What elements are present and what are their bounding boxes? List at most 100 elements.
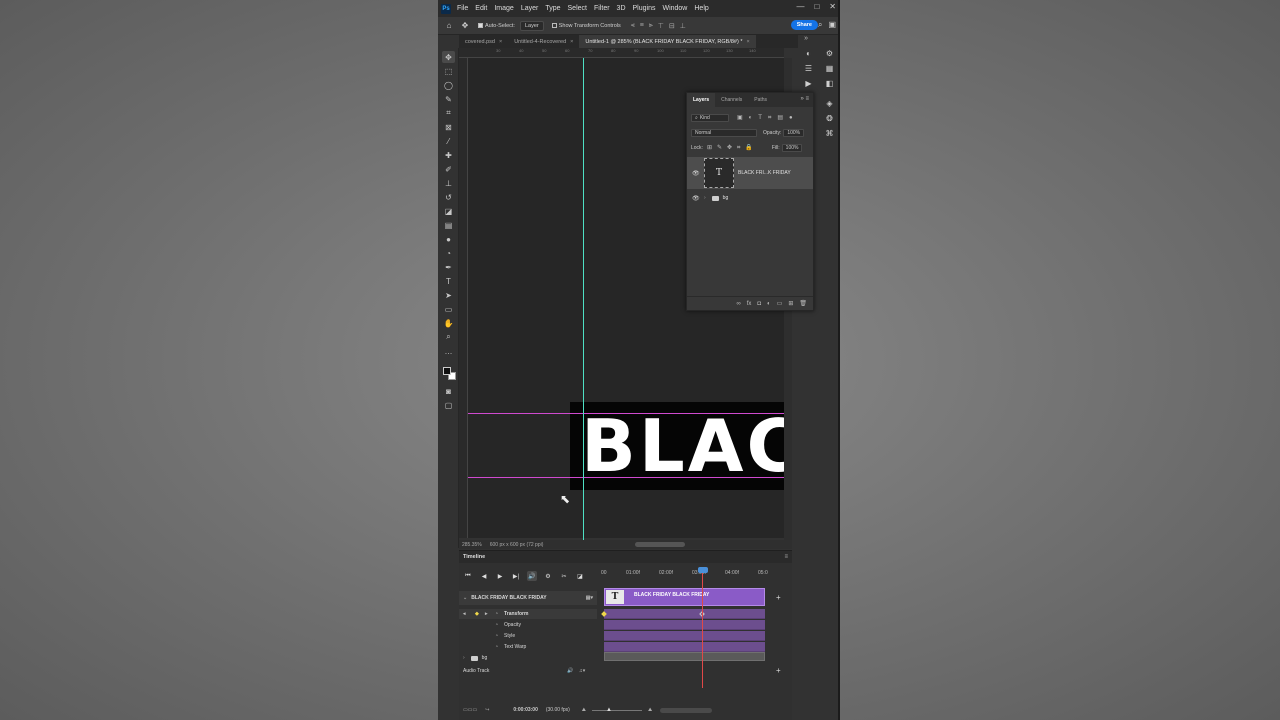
fx-icon[interactable]: fx bbox=[747, 301, 752, 307]
brush-tool-icon[interactable]: ✐ bbox=[442, 163, 455, 175]
opacity-input[interactable]: 100% bbox=[783, 129, 805, 137]
close-icon[interactable]: ✕ bbox=[829, 2, 836, 11]
guide-horizontal[interactable] bbox=[468, 477, 784, 478]
stopwatch-icon[interactable]: ◔ bbox=[495, 622, 504, 628]
guide-horizontal[interactable] bbox=[468, 413, 784, 414]
zoom-in-icon[interactable]: ⛰ bbox=[648, 707, 652, 713]
menu-window[interactable]: Window bbox=[662, 5, 687, 12]
new-layer-icon[interactable]: ⊞ bbox=[788, 300, 793, 307]
move-tool-icon[interactable]: ✥ bbox=[460, 21, 470, 31]
text-clip[interactable]: T BLACK FRIDAY BLACK FRIDAY bbox=[604, 588, 765, 606]
libraries-panel-icon[interactable]: ▦ bbox=[824, 63, 835, 74]
add-media-icon[interactable]: + bbox=[776, 593, 781, 602]
paths-panel-icon[interactable]: ⌘ bbox=[824, 128, 835, 139]
audio-options-icon[interactable]: ♫▾ bbox=[579, 668, 585, 674]
search-icon[interactable]: ⌕ bbox=[818, 20, 822, 30]
adjustment-layer-icon[interactable]: ◐ bbox=[767, 301, 771, 307]
tab-paths[interactable]: Paths bbox=[748, 93, 773, 107]
foreground-color-swatch[interactable] bbox=[443, 367, 451, 375]
layers-panel-icon[interactable]: ◈ bbox=[824, 98, 835, 109]
menu-image[interactable]: Image bbox=[494, 5, 513, 12]
dodge-tool-icon[interactable]: ◔ bbox=[442, 247, 455, 259]
menu-plugins[interactable]: Plugins bbox=[633, 5, 656, 12]
history-brush-tool-icon[interactable]: ↺ bbox=[442, 191, 455, 203]
menu-file[interactable]: File bbox=[457, 5, 468, 12]
document-info[interactable]: 600 px x 600 px (72 ppi) bbox=[490, 542, 544, 548]
layer-row-bg[interactable]: 👁 › bg bbox=[687, 192, 813, 204]
workspace-icon[interactable]: ▣ bbox=[828, 20, 836, 30]
stamp-tool-icon[interactable]: ⊥ bbox=[442, 177, 455, 189]
maximize-icon[interactable]: □ bbox=[814, 2, 819, 11]
guide-vertical[interactable] bbox=[583, 58, 584, 540]
zoom-level[interactable]: 285.35% bbox=[462, 542, 482, 548]
settings-icon[interactable]: ⚙ bbox=[543, 571, 553, 581]
audio-icon[interactable]: 🔊 bbox=[527, 571, 537, 581]
blend-mode-dropdown[interactable]: Normal bbox=[691, 129, 757, 137]
transition-icon[interactable]: ◪ bbox=[575, 571, 585, 581]
lasso-tool-icon[interactable]: ◯ bbox=[442, 79, 455, 91]
close-tab-icon[interactable]: × bbox=[499, 39, 502, 45]
menu-layer[interactable]: Layer bbox=[521, 5, 539, 12]
show-transform-checkbox[interactable]: Show Transform Controls bbox=[551, 23, 621, 29]
adjustments-panel-icon[interactable]: ☰ bbox=[803, 63, 814, 74]
panel-menu-icon[interactable]: » ≡ bbox=[800, 96, 809, 102]
collapse-chevron-icon[interactable]: ⌄ bbox=[463, 595, 467, 601]
menu-3d[interactable]: 3D bbox=[617, 5, 626, 12]
prev-keyframe-icon[interactable]: ◂ bbox=[463, 611, 475, 617]
lock-icons[interactable]: ⊞✎✥⌗🔒 bbox=[707, 144, 758, 152]
align-left-icon[interactable]: ⫷ bbox=[631, 22, 635, 30]
tab-covered-psd[interactable]: covered.psd × bbox=[459, 35, 508, 48]
more-tools-icon[interactable]: … bbox=[442, 345, 455, 357]
tab-layers[interactable]: Layers bbox=[687, 93, 716, 107]
fill-input[interactable]: 100% bbox=[781, 144, 803, 152]
panel-menu-icon[interactable]: ≡ bbox=[784, 554, 788, 560]
opacity-track-row[interactable] bbox=[604, 620, 765, 630]
bg-clip[interactable] bbox=[604, 652, 765, 661]
rectangle-tool-icon[interactable]: ▭ bbox=[442, 303, 455, 315]
close-tab-icon[interactable]: × bbox=[746, 39, 749, 45]
next-frame-icon[interactable]: ▶| bbox=[511, 571, 521, 581]
track-label-audio[interactable]: Audio Track 🔊 ♫▾ bbox=[459, 666, 597, 676]
channels-panel-icon[interactable]: ❂ bbox=[824, 113, 835, 124]
type-tool-icon[interactable]: T bbox=[442, 275, 455, 287]
render-video-icon[interactable]: ↪ bbox=[485, 707, 489, 713]
add-keyframe-icon[interactable]: ◆ bbox=[475, 611, 485, 617]
expand-chevron-icon[interactable]: › bbox=[704, 195, 706, 201]
healing-tool-icon[interactable]: ✚ bbox=[442, 149, 455, 161]
menu-help[interactable]: Help bbox=[694, 5, 708, 12]
align-center-icon[interactable]: ≡ bbox=[640, 22, 644, 30]
share-button[interactable]: Share bbox=[790, 20, 818, 30]
move-tool-icon[interactable]: ✥ bbox=[442, 51, 455, 63]
property-row-style[interactable]: ◔ Style bbox=[459, 631, 597, 641]
tab-untitled-4-recovered[interactable]: Untitled-4-Recovered × bbox=[508, 35, 579, 48]
marquee-tool-icon[interactable]: ⬚ bbox=[442, 65, 455, 77]
quick-mask-icon[interactable]: ◙ bbox=[442, 385, 455, 397]
track-options-icon[interactable]: ▤▾ bbox=[586, 595, 593, 601]
zoom-tool-icon[interactable]: ⌕ bbox=[442, 331, 455, 343]
gradient-tool-icon[interactable]: ▤ bbox=[442, 219, 455, 231]
eraser-tool-icon[interactable]: ◪ bbox=[442, 205, 455, 217]
menu-filter[interactable]: Filter bbox=[594, 5, 610, 12]
menu-select[interactable]: Select bbox=[568, 5, 587, 12]
timeline-ruler[interactable]: 00 01:00f 02:00f 03:00f 04:00f 05:0 bbox=[601, 568, 771, 584]
add-mask-icon[interactable]: ◘ bbox=[757, 301, 761, 307]
slider-thumb-icon[interactable]: ▲ bbox=[606, 707, 612, 713]
timeline-horizontal-scrollbar[interactable] bbox=[660, 707, 713, 713]
stopwatch-icon[interactable]: ◔ bbox=[495, 611, 504, 617]
menu-type[interactable]: Type bbox=[545, 5, 560, 12]
align-right-icon[interactable]: ⫸ bbox=[649, 22, 653, 30]
convert-frame-animation-icon[interactable]: ▭▭▭ bbox=[463, 707, 477, 713]
kind-filter-dropdown[interactable]: ⌕ Kind bbox=[691, 114, 729, 122]
eyedropper-tool-icon[interactable]: ⁄ bbox=[442, 135, 455, 147]
stopwatch-icon[interactable]: ◔ bbox=[495, 633, 504, 639]
timeline-zoom-slider[interactable]: ▲ bbox=[591, 707, 642, 713]
close-tab-icon[interactable]: × bbox=[570, 39, 573, 45]
crop-tool-icon[interactable]: ⌗ bbox=[442, 107, 455, 119]
menu-edit[interactable]: Edit bbox=[475, 5, 487, 12]
align-top-icon[interactable]: ⊤ bbox=[658, 22, 664, 30]
track-label-text-layer[interactable]: ⌄ BLACK FRIDAY BLACK FRIDAY ▤▾ bbox=[459, 591, 597, 605]
layer-row-text[interactable]: 👁 T BLACK FRI...K FRIDAY bbox=[687, 157, 813, 189]
canvas-horizontal-scrollbar[interactable] bbox=[635, 542, 685, 547]
filter-icons[interactable]: ▣◐T⌗▤● bbox=[737, 114, 799, 122]
property-row-text-warp[interactable]: ◔ Text Warp bbox=[459, 642, 597, 652]
